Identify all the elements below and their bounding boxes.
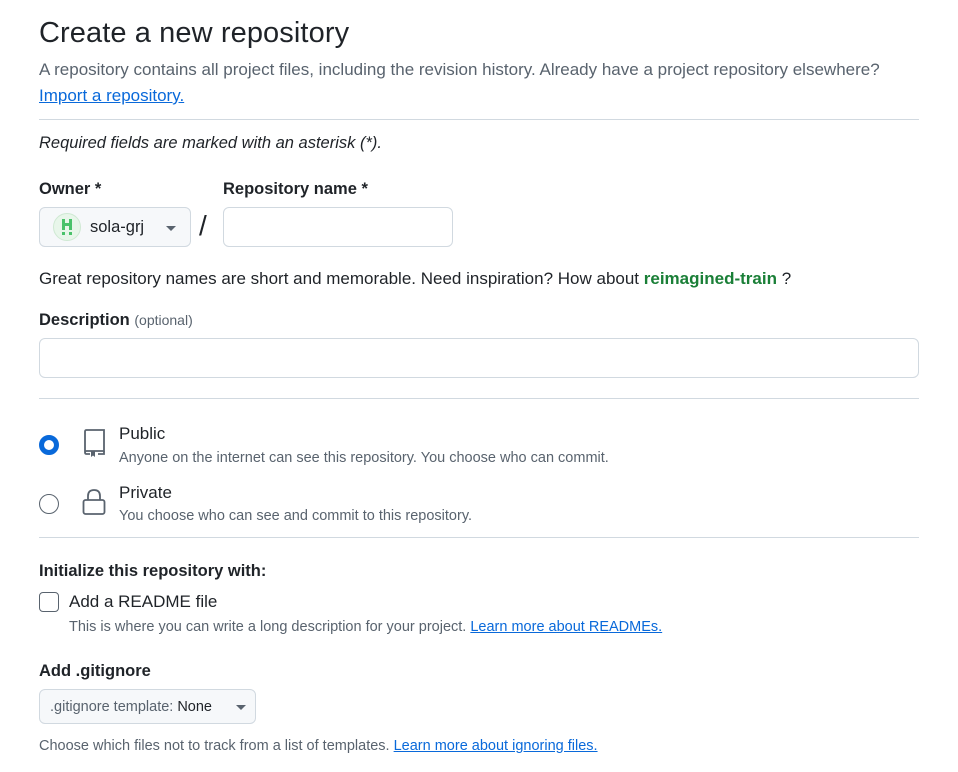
owner-repo-separator: / — [199, 210, 207, 241]
lock-icon — [82, 489, 106, 515]
initialize-label: Initialize this repository with: — [39, 562, 267, 580]
readme-label[interactable]: Add a README file — [69, 592, 217, 612]
public-option-title[interactable]: Public — [119, 424, 165, 444]
gitignore-label: Add .gitignore — [39, 662, 151, 680]
suggestion-suffix: ? — [781, 269, 792, 288]
public-option-description: Anyone on the internet can see this repo… — [119, 450, 609, 466]
suggestion-text: Great repository names are short and mem… — [39, 269, 640, 288]
description-label: Description (optional) — [39, 311, 193, 329]
divider — [39, 398, 919, 399]
owner-label: Owner * — [39, 180, 102, 198]
gitignore-description: Choose which files not to track from a l… — [39, 738, 598, 754]
readme-checkbox[interactable] — [39, 592, 59, 612]
divider — [39, 537, 919, 538]
learn-readmes-link[interactable]: Learn more about READMEs. — [470, 619, 662, 635]
gitignore-value: None — [177, 698, 212, 715]
repo-icon — [84, 429, 105, 457]
public-radio[interactable] — [39, 435, 59, 455]
owner-name: sola-grj — [90, 217, 145, 236]
gitignore-template-dropdown[interactable]: .gitignore template: None — [39, 689, 256, 724]
repository-name-label: Repository name * — [223, 180, 368, 198]
avatar — [53, 213, 81, 241]
name-suggestion: Great repository names are short and mem… — [39, 269, 791, 289]
repository-name-input[interactable] — [223, 207, 453, 247]
description-input[interactable] — [39, 338, 919, 378]
chevron-down-icon — [236, 705, 246, 710]
owner-dropdown-button[interactable]: sola-grj — [39, 207, 191, 247]
page-subtitle: A repository contains all project files,… — [39, 60, 880, 79]
divider — [39, 119, 919, 120]
page-title: Create a new repository — [39, 17, 350, 49]
chevron-down-icon — [166, 226, 176, 231]
readme-description: This is where you can write a long descr… — [69, 619, 663, 635]
gitignore-prefix: .gitignore template: — [50, 698, 174, 715]
learn-ignoring-files-link[interactable]: Learn more about ignoring files. — [394, 738, 598, 754]
import-repository-link[interactable]: Import a repository. — [39, 86, 184, 106]
suggested-name-link[interactable]: reimagined-train — [644, 269, 777, 288]
private-radio[interactable] — [39, 494, 59, 514]
optional-hint: (optional) — [134, 312, 193, 328]
private-option-title[interactable]: Private — [119, 483, 172, 503]
private-option-description: You choose who can see and commit to thi… — [119, 508, 473, 524]
required-fields-note: Required fields are marked with an aster… — [39, 134, 382, 152]
